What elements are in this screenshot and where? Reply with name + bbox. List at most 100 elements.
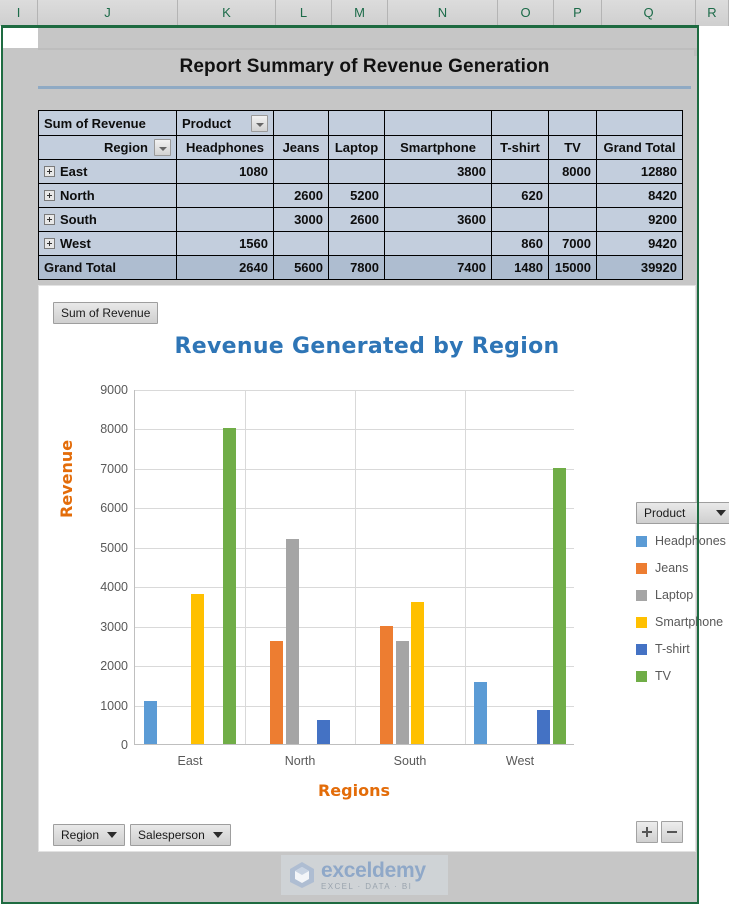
selection-top-border [1, 25, 699, 28]
field-button-salesperson[interactable]: Salesperson [130, 824, 231, 846]
cell-east-jeans [273, 159, 329, 184]
expand-field-button[interactable] [636, 821, 658, 843]
cell-south-tshirt [491, 207, 549, 232]
row-label-south[interactable]: South [38, 207, 177, 232]
column-field-header[interactable]: Product [176, 110, 274, 136]
legend-label: Jeans [655, 561, 689, 575]
cell-north-grand-total: 8420 [596, 183, 683, 208]
cell-north-tshirt: 620 [491, 183, 549, 208]
pivot-table: Sum of Revenue Product Region Headphones… [38, 110, 683, 280]
page-title: Report Summary of Revenue Generation [179, 56, 550, 77]
total-tshirt: 1480 [491, 255, 549, 280]
field-button-region[interactable]: Region [53, 824, 126, 846]
collapse-field-button[interactable] [661, 821, 683, 843]
column-header-m[interactable]: M [332, 0, 388, 26]
legend-swatch-jeans [636, 562, 647, 574]
cell-west-tv: 7000 [548, 231, 597, 256]
column-header-r[interactable]: R [696, 0, 729, 26]
pivot-header-row-1: Sum of Revenue Product [38, 110, 683, 136]
column-header-q[interactable]: Q [602, 0, 696, 26]
column-header-i[interactable]: I [0, 0, 38, 26]
bar-west-headphones[interactable] [474, 682, 488, 744]
watermark-text: exceldemy EXCEL · DATA · BI [321, 860, 426, 891]
col-header-tv: TV [548, 135, 597, 160]
legend-item: Smartphone [636, 615, 729, 629]
cell-south-laptop: 2600 [328, 207, 385, 232]
legend-label: T-shirt [655, 642, 690, 656]
row-label-north[interactable]: North [38, 183, 177, 208]
region-cell-north: North [44, 188, 171, 203]
grand-total-label: Grand Total [38, 255, 177, 280]
row-label-west[interactable]: West [38, 231, 177, 256]
header-blank-1 [273, 110, 329, 136]
bar-east-headphones[interactable] [144, 701, 158, 744]
cell-south-jeans: 3000 [273, 207, 329, 232]
legend-item: TV [636, 669, 729, 683]
excel-report-screenshot: IJKLMNOPQR Report Summary of Revenue Gen… [0, 0, 729, 905]
col-header-grand-total: Grand Total [596, 135, 683, 160]
cell-north-headphones [176, 183, 274, 208]
bar-east-tv[interactable] [222, 428, 236, 744]
y-axis-tick-label: 3000 [100, 619, 128, 634]
value-field-button-label: Sum of Revenue [61, 306, 151, 320]
expand-plus-icon[interactable] [44, 190, 55, 201]
cell-west-jeans [273, 231, 329, 256]
bar-north-laptop[interactable] [285, 538, 299, 744]
cell-west-smartphone [384, 231, 492, 256]
y-axis-title: Revenue [57, 439, 76, 518]
column-header-o[interactable]: O [498, 0, 554, 26]
column-header-l[interactable]: L [276, 0, 332, 26]
category-divider [245, 390, 246, 744]
cell-east-tv: 8000 [548, 159, 597, 184]
minus-icon [667, 831, 677, 833]
bar-west-tv[interactable] [552, 467, 566, 744]
table-row: East 1080 3800 8000 12880 [38, 159, 683, 184]
bar-south-laptop[interactable] [395, 641, 409, 744]
cell-south-headphones [176, 207, 274, 232]
header-blank-5 [548, 110, 597, 136]
bar-south-jeans[interactable] [379, 625, 393, 744]
region-filter-icon[interactable] [154, 139, 171, 156]
column-header-n[interactable]: N [388, 0, 498, 26]
expand-plus-icon[interactable] [44, 166, 55, 177]
column-header-p[interactable]: P [554, 0, 602, 26]
y-axis-tick-label: 6000 [100, 501, 128, 516]
legend-label: Laptop [655, 588, 694, 602]
header-blank-4 [491, 110, 549, 136]
row-field-header[interactable]: Region [38, 135, 177, 160]
col-header-headphones: Headphones [176, 135, 274, 160]
legend-field-button[interactable]: Product [636, 502, 729, 524]
cell-south-grand-total: 9200 [596, 207, 683, 232]
cell-west-headphones: 1560 [176, 231, 274, 256]
watermark-name: exceldemy [321, 858, 426, 882]
cell-south-smartphone: 3600 [384, 207, 492, 232]
column-header-j[interactable]: J [38, 0, 178, 26]
plot-area: 0 1000 2000 3000 4000 5000 6000 7000 8000 9000 Eas… [100, 383, 574, 768]
plus-icon-v [646, 827, 648, 837]
y-axis-tick-label: 2000 [100, 659, 128, 674]
region-cell-west: West [44, 236, 171, 251]
expand-plus-icon[interactable] [44, 214, 55, 225]
expand-plus-icon[interactable] [44, 238, 55, 249]
bar-north-jeans[interactable] [269, 641, 283, 744]
region-name: North [60, 188, 95, 203]
cell-east-smartphone: 3800 [384, 159, 492, 184]
product-filter-icon[interactable] [251, 114, 268, 132]
pivot-table-body: Sum of Revenue Product Region Headphones… [38, 110, 683, 280]
bar-east-smartphone[interactable] [191, 594, 205, 744]
bar-west-t-shirt[interactable] [537, 710, 551, 744]
cell-north-smartphone [384, 183, 492, 208]
table-row: North 2600 5200 620 8420 [38, 183, 683, 208]
legend-item: Laptop [636, 588, 729, 602]
cell-west-laptop [328, 231, 385, 256]
column-header-k[interactable]: K [178, 0, 276, 26]
table-row: West 1560 860 7000 9420 [38, 231, 683, 256]
bar-south-smartphone[interactable] [411, 602, 425, 744]
bar-north-t-shirt[interactable] [317, 719, 331, 744]
grand-total-row: Grand Total 2640 5600 7800 7400 1480 150… [38, 255, 683, 280]
row-label-east[interactable]: East [38, 159, 177, 184]
field-button-region-label: Region [61, 828, 100, 842]
watermark: exceldemy EXCEL · DATA · BI [281, 855, 448, 895]
value-field-button[interactable]: Sum of Revenue [53, 302, 159, 324]
column-field-cell: Product [182, 114, 268, 132]
